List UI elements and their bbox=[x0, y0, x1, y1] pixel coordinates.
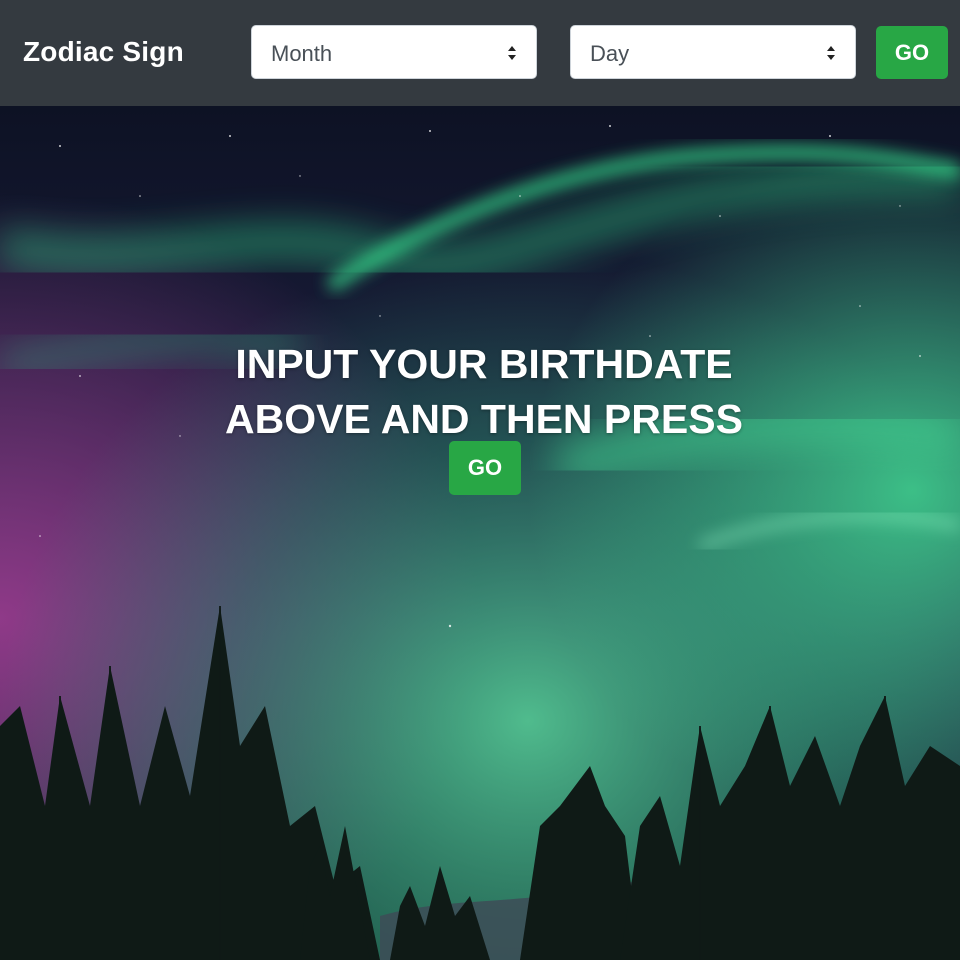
hero-go-button[interactable]: GO bbox=[449, 441, 521, 495]
aurora-background-image bbox=[0, 106, 960, 960]
month-select[interactable]: Month bbox=[251, 25, 537, 79]
navbar: Zodiac Sign Month Day GO bbox=[0, 0, 960, 106]
hero-heading: INPUT YOUR BIRTHDATE ABOVE AND THEN PRES… bbox=[180, 337, 788, 447]
hero-line-2: ABOVE AND THEN PRESS bbox=[225, 396, 743, 442]
hero-section: INPUT YOUR BIRTHDATE ABOVE AND THEN PRES… bbox=[0, 106, 960, 960]
day-select[interactable]: Day bbox=[570, 25, 856, 79]
brand-title[interactable]: Zodiac Sign bbox=[23, 36, 184, 68]
hero-line-1: INPUT YOUR BIRTHDATE bbox=[235, 341, 733, 387]
sort-arrows-icon bbox=[508, 46, 516, 60]
sort-arrows-icon bbox=[827, 46, 835, 60]
month-select-value: Month bbox=[271, 41, 333, 66]
navbar-go-button[interactable]: GO bbox=[876, 26, 948, 79]
day-select-value: Day bbox=[590, 41, 630, 66]
